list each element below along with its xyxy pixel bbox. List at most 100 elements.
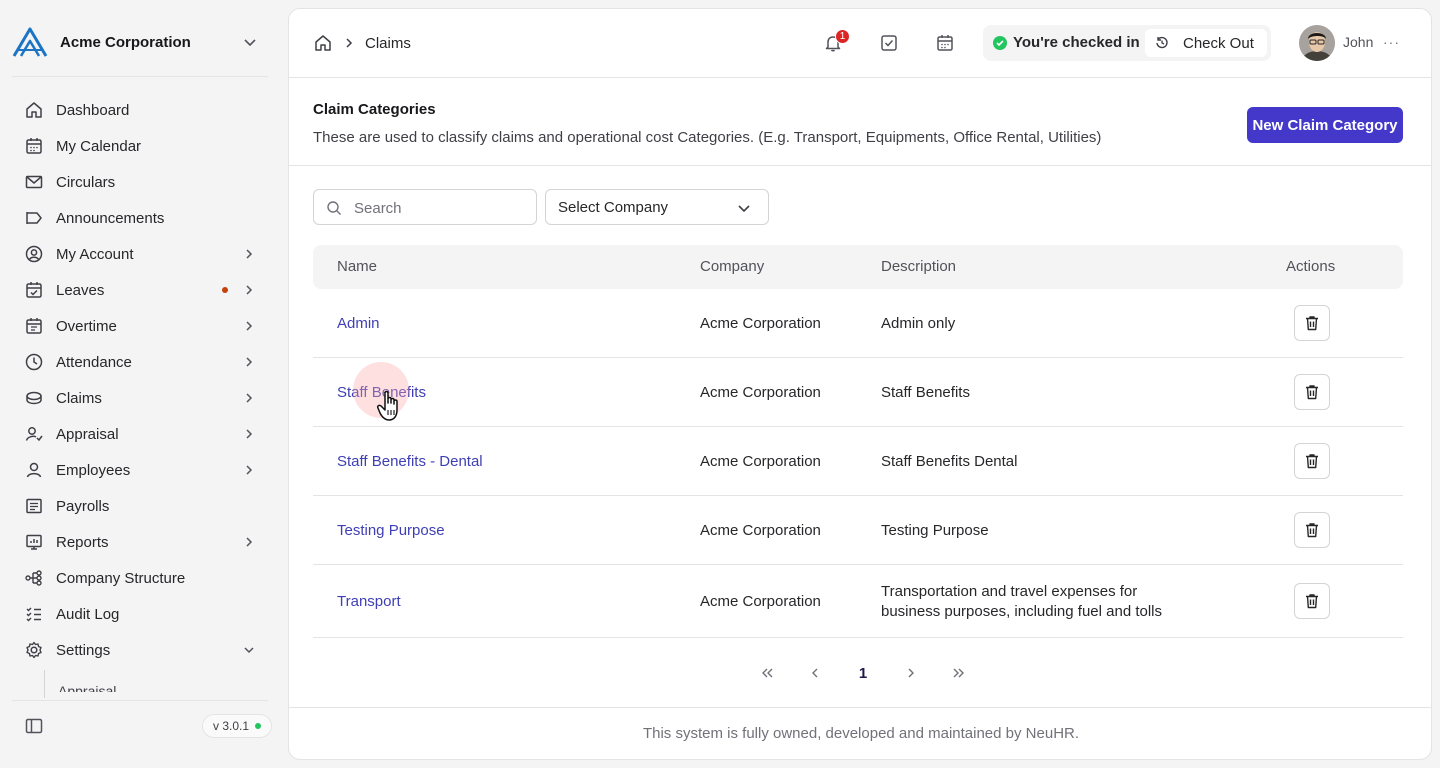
user-name[interactable]: John — [1343, 34, 1373, 50]
sidebar-item-label: My Calendar — [56, 137, 142, 155]
chevrons-right-icon — [953, 668, 964, 678]
search-input[interactable] — [354, 198, 530, 218]
page-description: These are used to classify claims and op… — [313, 129, 1102, 146]
sidebar-item-my-calendar[interactable]: My Calendar — [12, 128, 268, 164]
last-page-button[interactable] — [935, 661, 983, 685]
calendar-check-icon — [26, 282, 42, 298]
chevron-right-icon — [246, 357, 253, 367]
breadcrumb: Claims — [313, 33, 411, 53]
category-company: Acme Corporation — [700, 384, 821, 401]
delete-button[interactable] — [1294, 443, 1330, 479]
category-description: Staff Benefits Dental — [881, 453, 1018, 470]
chevron-right-icon — [908, 668, 914, 678]
category-company: Acme Corporation — [700, 593, 821, 610]
trash-icon — [1306, 385, 1318, 400]
version-text: v 3.0.1 — [213, 719, 250, 733]
sidebar-item-attendance[interactable]: Attendance — [12, 344, 268, 380]
page-number-button[interactable]: 1 — [839, 661, 887, 685]
trash-icon — [1306, 316, 1318, 331]
category-company: Acme Corporation — [700, 315, 821, 332]
checkin-status: You're checked in Check Out — [983, 25, 1271, 61]
notification-badge: 1 — [835, 29, 850, 44]
clock-icon — [25, 353, 43, 371]
org-chart-icon — [25, 570, 42, 586]
check-out-label: Check Out — [1183, 34, 1254, 52]
user-icon — [26, 462, 42, 478]
company-switcher[interactable]: Acme Corporation — [12, 26, 266, 58]
avatar[interactable] — [1299, 25, 1335, 61]
footer-text: This system is fully owned, developed an… — [642, 725, 1080, 742]
chevron-right-icon — [246, 393, 253, 403]
sidebar-item-employees[interactable]: Employees — [12, 452, 268, 488]
column-header-actions: Actions — [1286, 258, 1336, 275]
more-options-icon[interactable]: ··· — [1383, 34, 1400, 50]
search-box — [313, 189, 537, 225]
chevron-right-icon — [246, 537, 253, 547]
sidebar-item-claims[interactable]: Claims — [12, 380, 268, 416]
trash-icon — [1306, 594, 1318, 609]
sidebar-item-label: Audit Log — [56, 605, 120, 623]
category-name-link[interactable]: Transport — [337, 593, 401, 610]
coins-icon — [26, 391, 42, 405]
clock-rotate-icon — [1156, 36, 1168, 49]
sidebar-subitem[interactable]: Appraisal — [58, 678, 116, 692]
checkbox-icon[interactable] — [879, 33, 899, 53]
mail-icon — [25, 175, 43, 189]
sidebar-item-overtime[interactable]: Overtime — [12, 308, 268, 344]
sidebar-item-circulars[interactable]: Circulars — [12, 164, 268, 200]
sidebar-item-audit-log[interactable]: Audit Log — [12, 596, 268, 632]
table-header: Name Company Description Actions — [313, 245, 1403, 289]
delete-button[interactable] — [1294, 374, 1330, 410]
sidebar-item-appraisal[interactable]: Appraisal — [12, 416, 268, 452]
megaphone-icon — [26, 212, 42, 224]
sidebar-item-reports[interactable]: Reports — [12, 524, 268, 560]
category-description: Testing Purpose — [881, 522, 989, 539]
delete-button[interactable] — [1294, 512, 1330, 548]
sidebar-item-dashboard[interactable]: Dashboard — [12, 92, 268, 128]
sidebar-item-payrolls[interactable]: Payrolls — [12, 488, 268, 524]
category-description: Admin only — [881, 315, 956, 332]
sidebar-item-leaves[interactable]: Leaves — [12, 272, 268, 308]
sidebar-item-label: Employees — [56, 461, 131, 479]
pagination: 1 — [743, 661, 983, 685]
chevrons-left-icon — [762, 668, 773, 678]
chevron-right-icon — [246, 321, 253, 331]
home-icon[interactable] — [313, 33, 333, 53]
sidebar-item-label: Company Structure — [56, 569, 186, 587]
sidebar-toggle-icon[interactable] — [24, 716, 44, 736]
category-name-link[interactable]: Testing Purpose — [337, 522, 445, 539]
sidebar-item-settings[interactable]: Settings — [12, 632, 268, 668]
checkin-text: You're checked in — [1013, 34, 1140, 51]
chevron-down-icon — [738, 205, 750, 213]
delete-button[interactable] — [1294, 583, 1330, 619]
sidebar-item-label: Settings — [56, 641, 111, 659]
delete-button[interactable] — [1294, 305, 1330, 341]
sidebar-item-my-account[interactable]: My Account — [12, 236, 268, 272]
user-star-icon — [25, 427, 43, 442]
notification-dot — [222, 287, 228, 293]
new-claim-category-button[interactable]: New Claim Category — [1247, 107, 1403, 143]
check-out-button[interactable]: Check Out — [1145, 29, 1267, 57]
category-description: Staff Benefits — [881, 384, 970, 401]
category-name-link[interactable]: Staff Benefits - Dental — [337, 453, 483, 470]
previous-page-button[interactable] — [791, 661, 839, 685]
submenu-indent-line — [44, 670, 45, 698]
sidebar-item-company-structure[interactable]: Company Structure — [12, 560, 268, 596]
table-row: Staff Benefits - Dental Acme Corporation… — [313, 427, 1403, 496]
avatar-image — [1299, 25, 1335, 61]
current-page: 1 — [858, 664, 868, 682]
next-page-button[interactable] — [887, 661, 935, 685]
check-circle-icon — [993, 36, 1007, 50]
search-icon — [327, 201, 341, 215]
calendar-icon[interactable] — [935, 33, 955, 53]
company-select[interactable]: Select Company — [545, 189, 769, 225]
first-page-button[interactable] — [743, 661, 791, 685]
company-select-value: Select Company — [558, 198, 669, 216]
hand-cursor-icon — [377, 390, 398, 421]
divider — [289, 707, 1431, 708]
table-row: Transport Acme Corporation Transportatio… — [313, 565, 1403, 638]
sidebar-item-announcements[interactable]: Announcements — [12, 200, 268, 236]
category-name-link[interactable]: Admin — [337, 315, 380, 332]
sidebar-item-label: Attendance — [56, 353, 132, 371]
divider — [289, 165, 1431, 166]
